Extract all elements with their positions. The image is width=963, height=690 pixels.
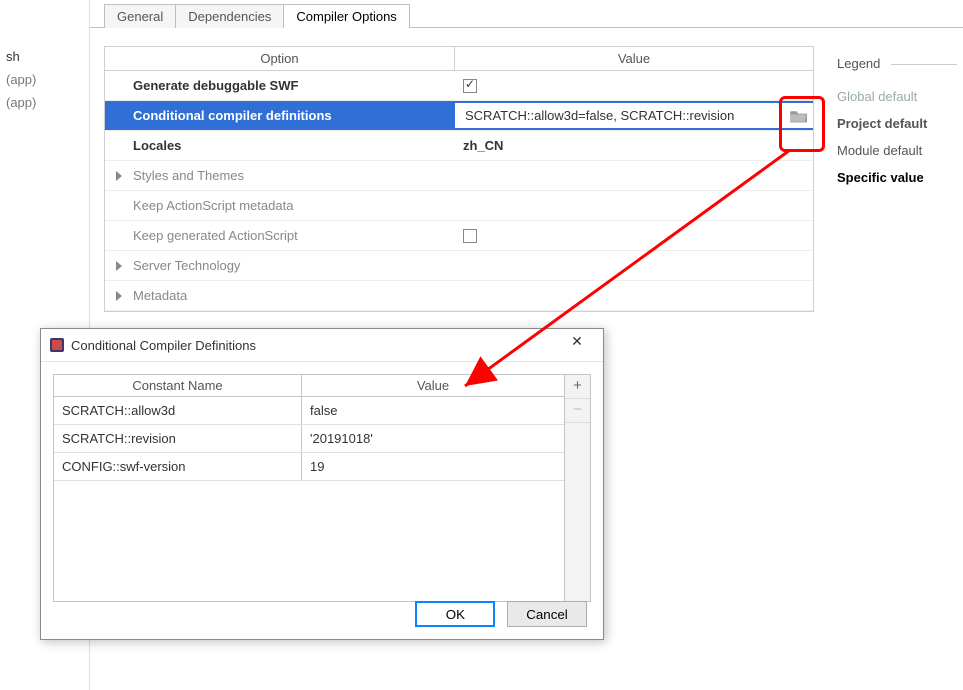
close-icon[interactable]: ✕: [555, 333, 599, 357]
legend-global-default: Global default: [837, 83, 957, 110]
option-label: Generate debuggable SWF: [105, 74, 455, 97]
legend-panel: Legend Global default Project default Mo…: [837, 50, 957, 191]
tab-content: Option Value Generate debuggable SWF Con…: [90, 27, 963, 312]
sidebar-item[interactable]: sh: [0, 45, 89, 68]
cell-value: false: [302, 397, 564, 424]
option-row-generate-swf[interactable]: Generate debuggable SWF: [105, 71, 813, 101]
options-table: Option Value Generate debuggable SWF Con…: [104, 46, 814, 312]
chevron-right-icon[interactable]: [113, 260, 125, 272]
dialog-conditional-definitions: Conditional Compiler Definitions ✕ Const…: [40, 328, 604, 640]
cell-value: 19: [302, 453, 564, 480]
legend-project-default: Project default: [837, 110, 957, 137]
column-header-option: Option: [105, 47, 455, 70]
option-row-keep-generated[interactable]: Keep generated ActionScript: [105, 221, 813, 251]
legend-module-default: Module default: [837, 137, 957, 164]
option-label: Metadata: [133, 288, 187, 303]
cell-name: SCRATCH::allow3d: [54, 397, 302, 424]
option-label: Keep generated ActionScript: [105, 224, 455, 247]
option-value: zh_CN: [455, 134, 813, 157]
cell-name: CONFIG::swf-version: [54, 453, 302, 480]
legend-title: Legend: [837, 50, 957, 77]
option-row-styles[interactable]: Styles and Themes: [105, 161, 813, 191]
option-row-server-technology[interactable]: Server Technology: [105, 251, 813, 281]
cell-value: '20191018': [302, 425, 564, 452]
option-label: Conditional compiler definitions: [105, 104, 455, 127]
cell-name: SCRATCH::revision: [54, 425, 302, 452]
column-header-value: Value: [455, 47, 813, 70]
sidebar-item[interactable]: (app): [0, 68, 89, 91]
tab-bar: General Dependencies Compiler Options: [104, 4, 963, 28]
column-header-value: Value: [302, 375, 564, 396]
option-label: Server Technology: [133, 258, 240, 273]
add-row-button[interactable]: +: [565, 375, 590, 399]
option-label: Styles and Themes: [133, 168, 244, 183]
option-row-keep-metadata[interactable]: Keep ActionScript metadata: [105, 191, 813, 221]
column-header-constant-name: Constant Name: [54, 375, 302, 396]
tab-dependencies[interactable]: Dependencies: [175, 4, 284, 28]
app-icon: [49, 337, 65, 353]
legend-specific-value: Specific value: [837, 164, 957, 191]
sidebar-item[interactable]: (app): [0, 91, 89, 114]
table-row[interactable]: CONFIG::swf-version 19: [54, 453, 564, 481]
table-row[interactable]: SCRATCH::allow3d false: [54, 397, 564, 425]
dialog-titlebar[interactable]: Conditional Compiler Definitions ✕: [41, 329, 603, 362]
remove-row-button[interactable]: −: [565, 399, 590, 423]
chevron-right-icon[interactable]: [113, 290, 125, 302]
dialog-title: Conditional Compiler Definitions: [71, 338, 555, 353]
cancel-button[interactable]: Cancel: [507, 601, 587, 627]
option-row-locales[interactable]: Locales zh_CN: [105, 131, 813, 161]
ok-button[interactable]: OK: [415, 601, 495, 627]
option-label: Keep ActionScript metadata: [105, 194, 455, 217]
tab-general[interactable]: General: [104, 4, 176, 28]
value-input-conditional-definitions[interactable]: [463, 107, 779, 124]
chevron-right-icon[interactable]: [113, 170, 125, 182]
definitions-table: Constant Name Value SCRATCH::allow3d fal…: [53, 374, 591, 602]
table-row[interactable]: SCRATCH::revision '20191018': [54, 425, 564, 453]
option-row-metadata[interactable]: Metadata: [105, 281, 813, 311]
option-label: Locales: [105, 134, 455, 157]
checkbox-generate-swf[interactable]: [463, 79, 477, 93]
tab-compiler-options[interactable]: Compiler Options: [283, 4, 409, 28]
browse-icon[interactable]: [789, 108, 809, 124]
checkbox-keep-generated[interactable]: [463, 229, 477, 243]
option-row-conditional-definitions[interactable]: Conditional compiler definitions: [105, 101, 813, 131]
